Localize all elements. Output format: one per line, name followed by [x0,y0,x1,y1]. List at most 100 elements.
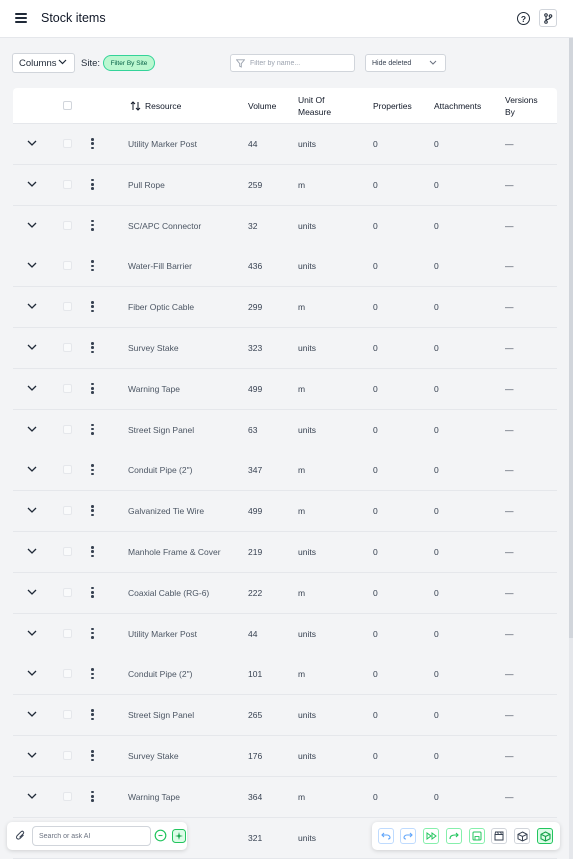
column-properties[interactable]: Properties [373,101,412,113]
redo-icon[interactable] [400,828,416,844]
row-checkbox[interactable] [63,587,72,597]
column-versions-by[interactable]: Versions By [505,95,538,118]
table-row[interactable]: Fiber Optic Cable 299 m 0 0 — [13,287,557,329]
cell-resource[interactable]: Manhole Frame & Cover [128,547,221,557]
table-row[interactable]: Warning Tape 499 m 0 0 — [13,368,557,410]
more-options-icon[interactable] [91,627,94,639]
sparkle-icon[interactable] [172,829,186,843]
cell-resource[interactable]: Pull Rope [128,180,165,190]
row-checkbox[interactable] [63,383,72,393]
chevron-down-icon[interactable] [27,426,37,432]
chevron-down-icon[interactable] [27,793,37,799]
more-options-icon[interactable] [91,546,94,557]
more-options-icon[interactable] [91,709,94,721]
row-checkbox[interactable] [63,139,72,148]
row-checkbox[interactable] [63,628,72,638]
row-checkbox[interactable] [63,302,72,312]
cell-resource[interactable]: Survey Stake [128,343,179,353]
cell-resource[interactable]: Conduit Pipe (2") [128,465,192,475]
more-options-icon[interactable] [91,138,94,149]
hide-deleted-select[interactable]: Hide deleted [365,54,446,72]
table-row[interactable]: Utility Marker Post 44 units 0 0 — [13,124,557,165]
save-icon[interactable] [469,828,485,844]
chevron-down-icon[interactable] [27,711,37,718]
row-checkbox[interactable] [63,547,72,556]
chevron-down-icon[interactable] [27,466,37,473]
more-options-icon[interactable] [91,750,94,761]
cell-resource[interactable]: Survey Stake [128,751,179,761]
filter-by-name-input[interactable] [230,54,355,72]
more-options-icon[interactable] [91,423,94,435]
column-unit-of-measure[interactable]: Unit Of Measure [298,95,331,118]
chevron-down-icon[interactable] [27,140,37,146]
cell-resource[interactable]: Street Sign Panel [128,425,194,435]
more-options-icon[interactable] [91,301,94,313]
box-view-icon[interactable] [514,828,530,844]
table-row[interactable]: Street Sign Panel 63 units 0 0 — [13,409,557,451]
more-options-icon[interactable] [91,342,94,353]
row-checkbox[interactable] [63,220,72,230]
scrollbar-thumb[interactable] [569,38,573,638]
table-row[interactable]: Conduit Pipe (2") 101 m 0 0 — [13,654,557,696]
more-options-icon[interactable] [91,178,94,190]
help-icon[interactable]: ? [517,12,530,25]
table-row[interactable]: Galvanized Tie Wire 499 m 0 0 — [13,491,557,533]
filter-by-site-button[interactable]: Filter By Site [103,55,155,71]
more-options-icon[interactable] [91,382,94,394]
chevron-down-icon[interactable] [27,303,37,310]
table-row[interactable]: Warning Tape 364 m 0 0 — [13,776,557,818]
sort-icon[interactable] [130,101,141,111]
table-row[interactable]: Conduit Pipe (2") 347 m 0 0 — [13,450,557,492]
ai-search-input[interactable] [32,826,151,846]
menu-icon[interactable] [15,13,27,23]
undo-icon[interactable] [378,828,394,844]
row-checkbox[interactable] [63,261,72,271]
attach-icon[interactable] [16,830,26,841]
chevron-down-icon[interactable] [27,752,37,758]
more-options-icon[interactable] [91,790,94,802]
cell-resource[interactable]: Utility Marker Post [128,139,197,149]
columns-button[interactable]: Columns [12,53,75,73]
row-checkbox[interactable] [63,424,72,434]
cell-resource[interactable]: Water-Fill Barrier [128,261,192,271]
row-checkbox[interactable] [63,791,72,801]
more-options-icon[interactable] [91,668,94,680]
table-row[interactable]: Manhole Frame & Cover 219 units 0 0 — [13,532,557,573]
chevron-down-icon[interactable] [27,222,37,228]
branch-icon[interactable] [539,9,557,27]
table-row[interactable]: Survey Stake 176 units 0 0 — [13,736,557,777]
chat-icon[interactable] [154,829,167,842]
more-options-icon[interactable] [91,219,94,231]
select-all-checkbox[interactable] [63,101,72,110]
column-volume[interactable]: Volume [248,101,276,113]
more-options-icon[interactable] [91,260,94,272]
row-checkbox[interactable] [63,751,72,760]
cell-resource[interactable]: Street Sign Panel [128,710,194,720]
cell-resource[interactable]: Conduit Pipe (2") [128,669,192,679]
chevron-down-icon[interactable] [27,630,37,636]
table-row[interactable]: SC/APC Connector 32 units 0 0 — [13,205,557,247]
chevron-down-icon[interactable] [27,670,37,677]
column-attachments[interactable]: Attachments [434,101,481,113]
row-checkbox[interactable] [63,343,72,352]
cube-icon[interactable] [537,828,553,844]
chevron-down-icon[interactable] [27,262,37,269]
row-checkbox[interactable] [63,669,72,679]
chevron-down-icon[interactable] [27,589,37,595]
table-row[interactable]: Water-Fill Barrier 436 units 0 0 — [13,246,557,288]
table-row[interactable]: Utility Marker Post 44 units 0 0 — [13,613,557,655]
row-checkbox[interactable] [63,465,72,475]
table-row[interactable]: Pull Rope 259 m 0 0 — [13,164,557,206]
table-row[interactable]: Survey Stake 323 units 0 0 — [13,328,557,369]
chevron-down-icon[interactable] [27,507,37,514]
more-options-icon[interactable] [91,586,94,598]
more-options-icon[interactable] [91,464,94,476]
more-options-icon[interactable] [91,505,94,517]
fast-forward-icon[interactable] [423,828,439,844]
cell-resource[interactable]: Coaxial Cable (RG-6) [128,588,209,598]
row-checkbox[interactable] [63,179,72,189]
chevron-down-icon[interactable] [27,548,37,554]
cell-resource[interactable]: Warning Tape [128,384,180,394]
cell-resource[interactable]: Warning Tape [128,792,180,802]
chevron-down-icon[interactable] [27,181,37,187]
